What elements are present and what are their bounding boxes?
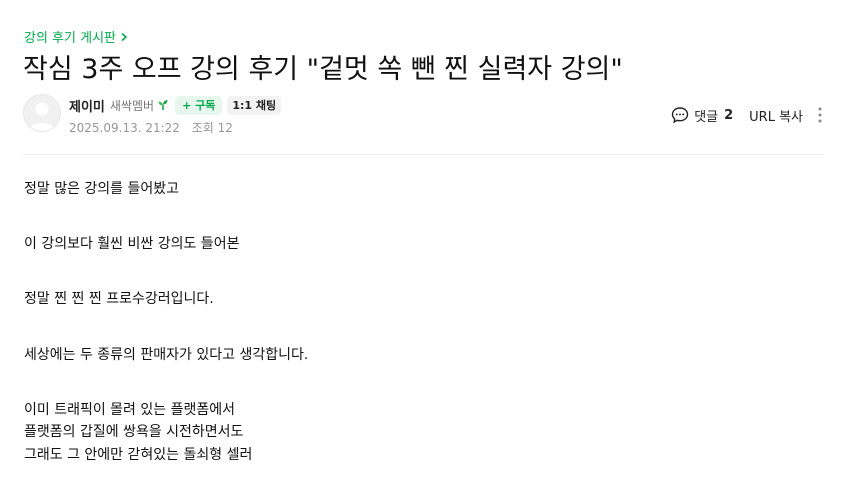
- comment-label: 댓글: [694, 109, 719, 125]
- author-info: 제이미 새싹멤버 + 구독 1:1 채팅: [69, 95, 282, 115]
- content-line: 플랫폼의 갑질에 쌍욕을 시전하면서도: [24, 424, 244, 441]
- post-title: 작심 3주 오프 강의 후기 "겉멋 쏙 뺀 찐 실력자 강의": [23, 54, 623, 85]
- more-options-button[interactable]: [813, 105, 827, 125]
- post-date: 2025.09.13. 21:22: [69, 121, 180, 135]
- content-line: 이 강의보다 훨씬 비싼 강의도 들어본: [24, 236, 240, 253]
- content-line: 정말 많은 강의를 들어봤고: [24, 181, 180, 197]
- content-blank-line: [24, 256, 804, 289]
- vertical-dots-icon: [818, 107, 822, 123]
- member-level: 새싹멤버: [109, 98, 155, 113]
- content-line: 세상에는 두 종류의 판매자가 있다고 생각합니다.: [24, 346, 309, 363]
- content-line: 정말 찐 찐 찐 프로수강러입니다.: [24, 291, 214, 308]
- url-copy-button[interactable]: URL 복사: [749, 106, 803, 125]
- post-content: 정말 많은 강의를 들어봤고 이 강의보다 훨씬 비싼 강의도 들어본 정말 찐…: [24, 178, 804, 467]
- post-meta: 2025.09.13. 21:22 조회 12: [69, 119, 233, 136]
- content-blank-line: [24, 311, 804, 344]
- author-name[interactable]: 제이미: [69, 96, 105, 115]
- chevron-right-icon: [121, 32, 128, 41]
- sprout-icon: [158, 100, 168, 110]
- content-line: 이미 트래픽이 몰려 있는 플랫폼에서: [24, 401, 235, 418]
- speech-bubble-icon: [671, 107, 689, 124]
- content-blank-line: [24, 366, 804, 399]
- chat-button[interactable]: 1:1 채팅: [227, 95, 282, 115]
- content-blank-line: [24, 201, 804, 234]
- post-tools: 댓글 2 URL 복사: [671, 104, 827, 126]
- content-line: 그래도 그 안에만 갇혀있는 돌쇠형 셀러: [24, 446, 253, 463]
- subscribe-button[interactable]: + 구독: [175, 95, 223, 115]
- default-profile-icon: [24, 95, 60, 131]
- board-link-label: 강의 후기 게시판: [24, 31, 116, 46]
- cafe-post-page: 강의 후기 게시판 작심 3주 오프 강의 후기 "겉멋 쏙 뺀 찐 실력자 강…: [0, 0, 841, 487]
- header-divider: [23, 154, 824, 155]
- comment-button[interactable]: 댓글 2: [671, 106, 733, 125]
- comment-count: 2: [724, 107, 734, 123]
- author-avatar[interactable]: [23, 94, 61, 132]
- board-link[interactable]: 강의 후기 게시판: [24, 27, 129, 46]
- post-views: 조회 12: [191, 121, 233, 135]
